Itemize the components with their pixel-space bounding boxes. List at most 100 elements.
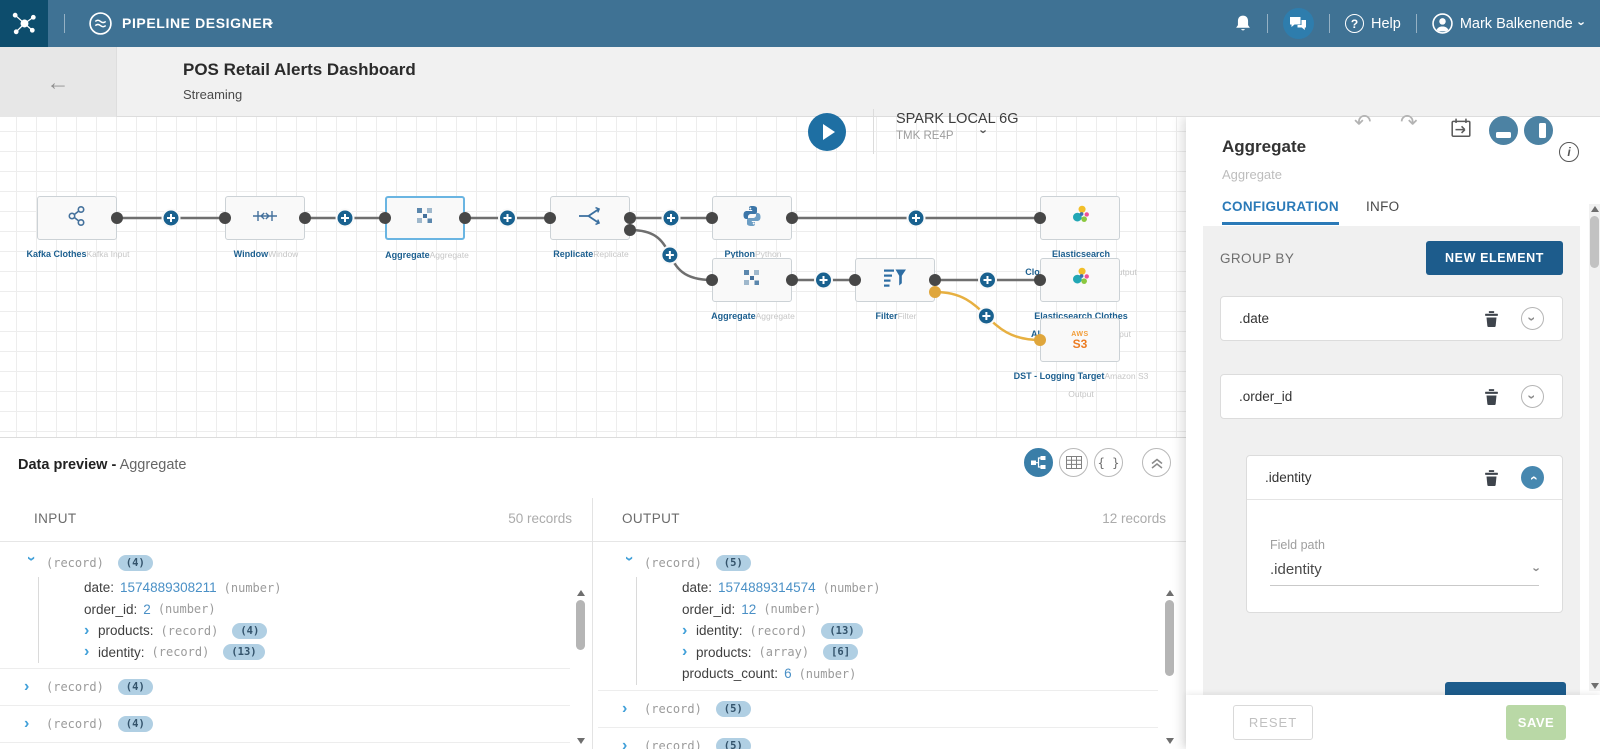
expand-chevron-icon[interactable]: › [24, 716, 38, 732]
python-icon [741, 205, 763, 232]
user-menu[interactable]: Mark Balkenende › [1432, 13, 1589, 34]
record-row[interactable]: ›(record)(4) [0, 711, 570, 737]
stage-label: Filter [875, 311, 898, 321]
tab-info[interactable]: INFO [1366, 199, 1399, 214]
stage-es1[interactable]: Elasticsearch ClothesElasticsearch Outpu… [1025, 196, 1137, 277]
field-row[interactable]: › identity: (record) (13) [682, 620, 1158, 642]
field-row[interactable]: order_id: 2 (number) [84, 599, 570, 621]
product-switcher[interactable]: PIPELINE DESIGNER [122, 15, 273, 31]
engine-selector[interactable]: SPARK LOCAL 6G TMK RE4P [896, 111, 1019, 142]
stage-replicate[interactable]: ReplicateReplicate [550, 196, 630, 259]
aggregate-icon [414, 205, 436, 232]
expand-chevron-icon[interactable]: › [84, 644, 98, 660]
stage-agg1[interactable]: AggregateAggregate [385, 196, 469, 260]
field-count-badge: [6] [823, 644, 859, 661]
info-icon[interactable]: i [1559, 142, 1579, 162]
group-by-item[interactable]: .order_id › [1220, 374, 1563, 419]
back-button[interactable]: ← [0, 47, 117, 117]
redo-icon[interactable]: ↷ [1400, 110, 1418, 135]
undo-icon[interactable]: ↶ [1354, 110, 1372, 135]
inspector-scrollbar[interactable] [1589, 204, 1600, 691]
trash-icon [1485, 470, 1498, 486]
tree-view-icon [1031, 456, 1046, 469]
toggle-right-panel-icon[interactable] [1524, 116, 1553, 145]
configuration-area: GROUP BY NEW ELEMENT .date › .order_id › .id… [1203, 226, 1580, 695]
expand-chevron-icon[interactable]: › [622, 700, 636, 717]
window-icon [252, 209, 278, 228]
field-count-badge: (4) [232, 622, 268, 639]
expand-chevron-icon[interactable]: › [84, 622, 98, 639]
field-path-select[interactable]: .identity › [1270, 561, 1544, 586]
field-row[interactable]: › identity: (record) (13) [84, 642, 570, 664]
stage-python[interactable]: PythonPython [712, 196, 792, 259]
tab-configuration[interactable]: CONFIGURATION [1222, 199, 1339, 225]
field-row[interactable]: date: 1574889314574 (number) [682, 577, 1158, 599]
bell-icon[interactable] [1234, 14, 1252, 33]
replicate-icon [578, 206, 603, 231]
record-row[interactable]: › (record) (5) [598, 696, 1158, 722]
run-button[interactable] [808, 113, 846, 151]
toggle-bottom-panel-icon[interactable] [1489, 116, 1518, 145]
group-by-item[interactable]: .date › [1220, 296, 1563, 341]
input-scrollbar[interactable] [574, 588, 587, 746]
group-by-item-expanded[interactable]: .identity › Field path .identity › [1246, 455, 1563, 613]
delete-button[interactable] [1484, 469, 1499, 486]
stage-inspector-panel: Aggregate Aggregate i CONFIGURATION INFO… [1186, 117, 1600, 749]
group-by-path: .date [1239, 311, 1270, 326]
stage-agg2[interactable]: AggregateAggregate [711, 258, 795, 321]
divider [1266, 14, 1268, 33]
chevron-down-icon[interactable]: › [977, 129, 992, 133]
record-row[interactable]: › (record) (5) [598, 733, 1158, 749]
input-label: INPUT [34, 511, 77, 526]
field-row[interactable]: date: 1574889308211 (number) [84, 577, 570, 599]
app-logo[interactable] [0, 0, 48, 47]
new-element-button-partial[interactable] [1445, 682, 1566, 695]
new-element-button[interactable]: NEW ELEMENT [1426, 241, 1563, 275]
collapse-chevron-icon[interactable]: › [23, 556, 40, 570]
chat-icon[interactable] [1282, 8, 1314, 39]
record-row[interactable]: › (record) (5) [598, 550, 1158, 576]
save-button[interactable]: SAVE [1506, 705, 1566, 740]
output-label: OUTPUT [622, 511, 680, 526]
field-row[interactable]: products_count: 6 (number) [682, 663, 1158, 685]
stage-title: Aggregate [1222, 137, 1307, 156]
stage-window[interactable]: WindowWindow [225, 196, 305, 259]
group-by-path: .order_id [1239, 389, 1293, 404]
expand-chevron-icon[interactable]: › [622, 737, 636, 749]
field-row[interactable]: › products: (array) [6] [682, 642, 1158, 664]
collapse-button[interactable]: › [1521, 466, 1544, 489]
output-record-tree: › (record) (5) date: 1574889314574 (number) or… [598, 542, 1158, 749]
divider [873, 109, 874, 154]
record-row[interactable]: ›(record)(4) [0, 550, 570, 576]
back-arrow-icon: ← [46, 68, 70, 95]
table-view-button[interactable] [1059, 448, 1088, 477]
stage-s3[interactable]: AWS S3 DST - Logging TargetAmazon S3 Outpu… [1014, 318, 1148, 399]
help-button[interactable]: ? Help [1344, 14, 1401, 33]
expand-button[interactable]: › [1521, 307, 1544, 330]
chevron-down-icon[interactable]: › [264, 21, 279, 25]
stage-label: Kafka Clothes [26, 249, 87, 259]
reset-button[interactable]: RESET [1233, 705, 1313, 740]
expand-chevron-icon[interactable]: › [682, 622, 696, 639]
schedule-icon[interactable] [1450, 117, 1472, 145]
json-view-button[interactable]: { } [1094, 448, 1123, 477]
record-row[interactable]: ›(record)(4) [0, 674, 570, 700]
expand-button[interactable]: › [1521, 385, 1544, 408]
user-avatar-icon [1432, 13, 1453, 34]
delete-button[interactable] [1484, 388, 1499, 405]
pipeline-canvas[interactable]: Kafka ClothesKafka Input WindowWindow Aggr… [0, 117, 1186, 437]
stage-es2[interactable]: Elasticsearch Clothes Ale...Elasticsearc… [1031, 258, 1131, 339]
table-view-icon [1065, 456, 1082, 469]
expand-chevron-icon[interactable]: › [24, 679, 38, 695]
tree-view-button[interactable] [1024, 448, 1053, 477]
delete-button[interactable] [1484, 310, 1499, 327]
stage-filter[interactable]: FilterFilter [855, 258, 935, 321]
expand-chevron-icon[interactable]: › [682, 644, 696, 660]
stage-type-label: Aggregate [755, 311, 795, 321]
collapse-chevron-icon[interactable]: › [621, 556, 638, 570]
collapse-preview-button[interactable] [1142, 448, 1171, 477]
stage-kafka[interactable]: Kafka ClothesKafka Input [26, 196, 130, 259]
field-row[interactable]: › products: (record) (4) [84, 620, 570, 642]
output-scrollbar[interactable] [1163, 588, 1176, 746]
field-row[interactable]: order_id: 12 (number) [682, 599, 1158, 621]
